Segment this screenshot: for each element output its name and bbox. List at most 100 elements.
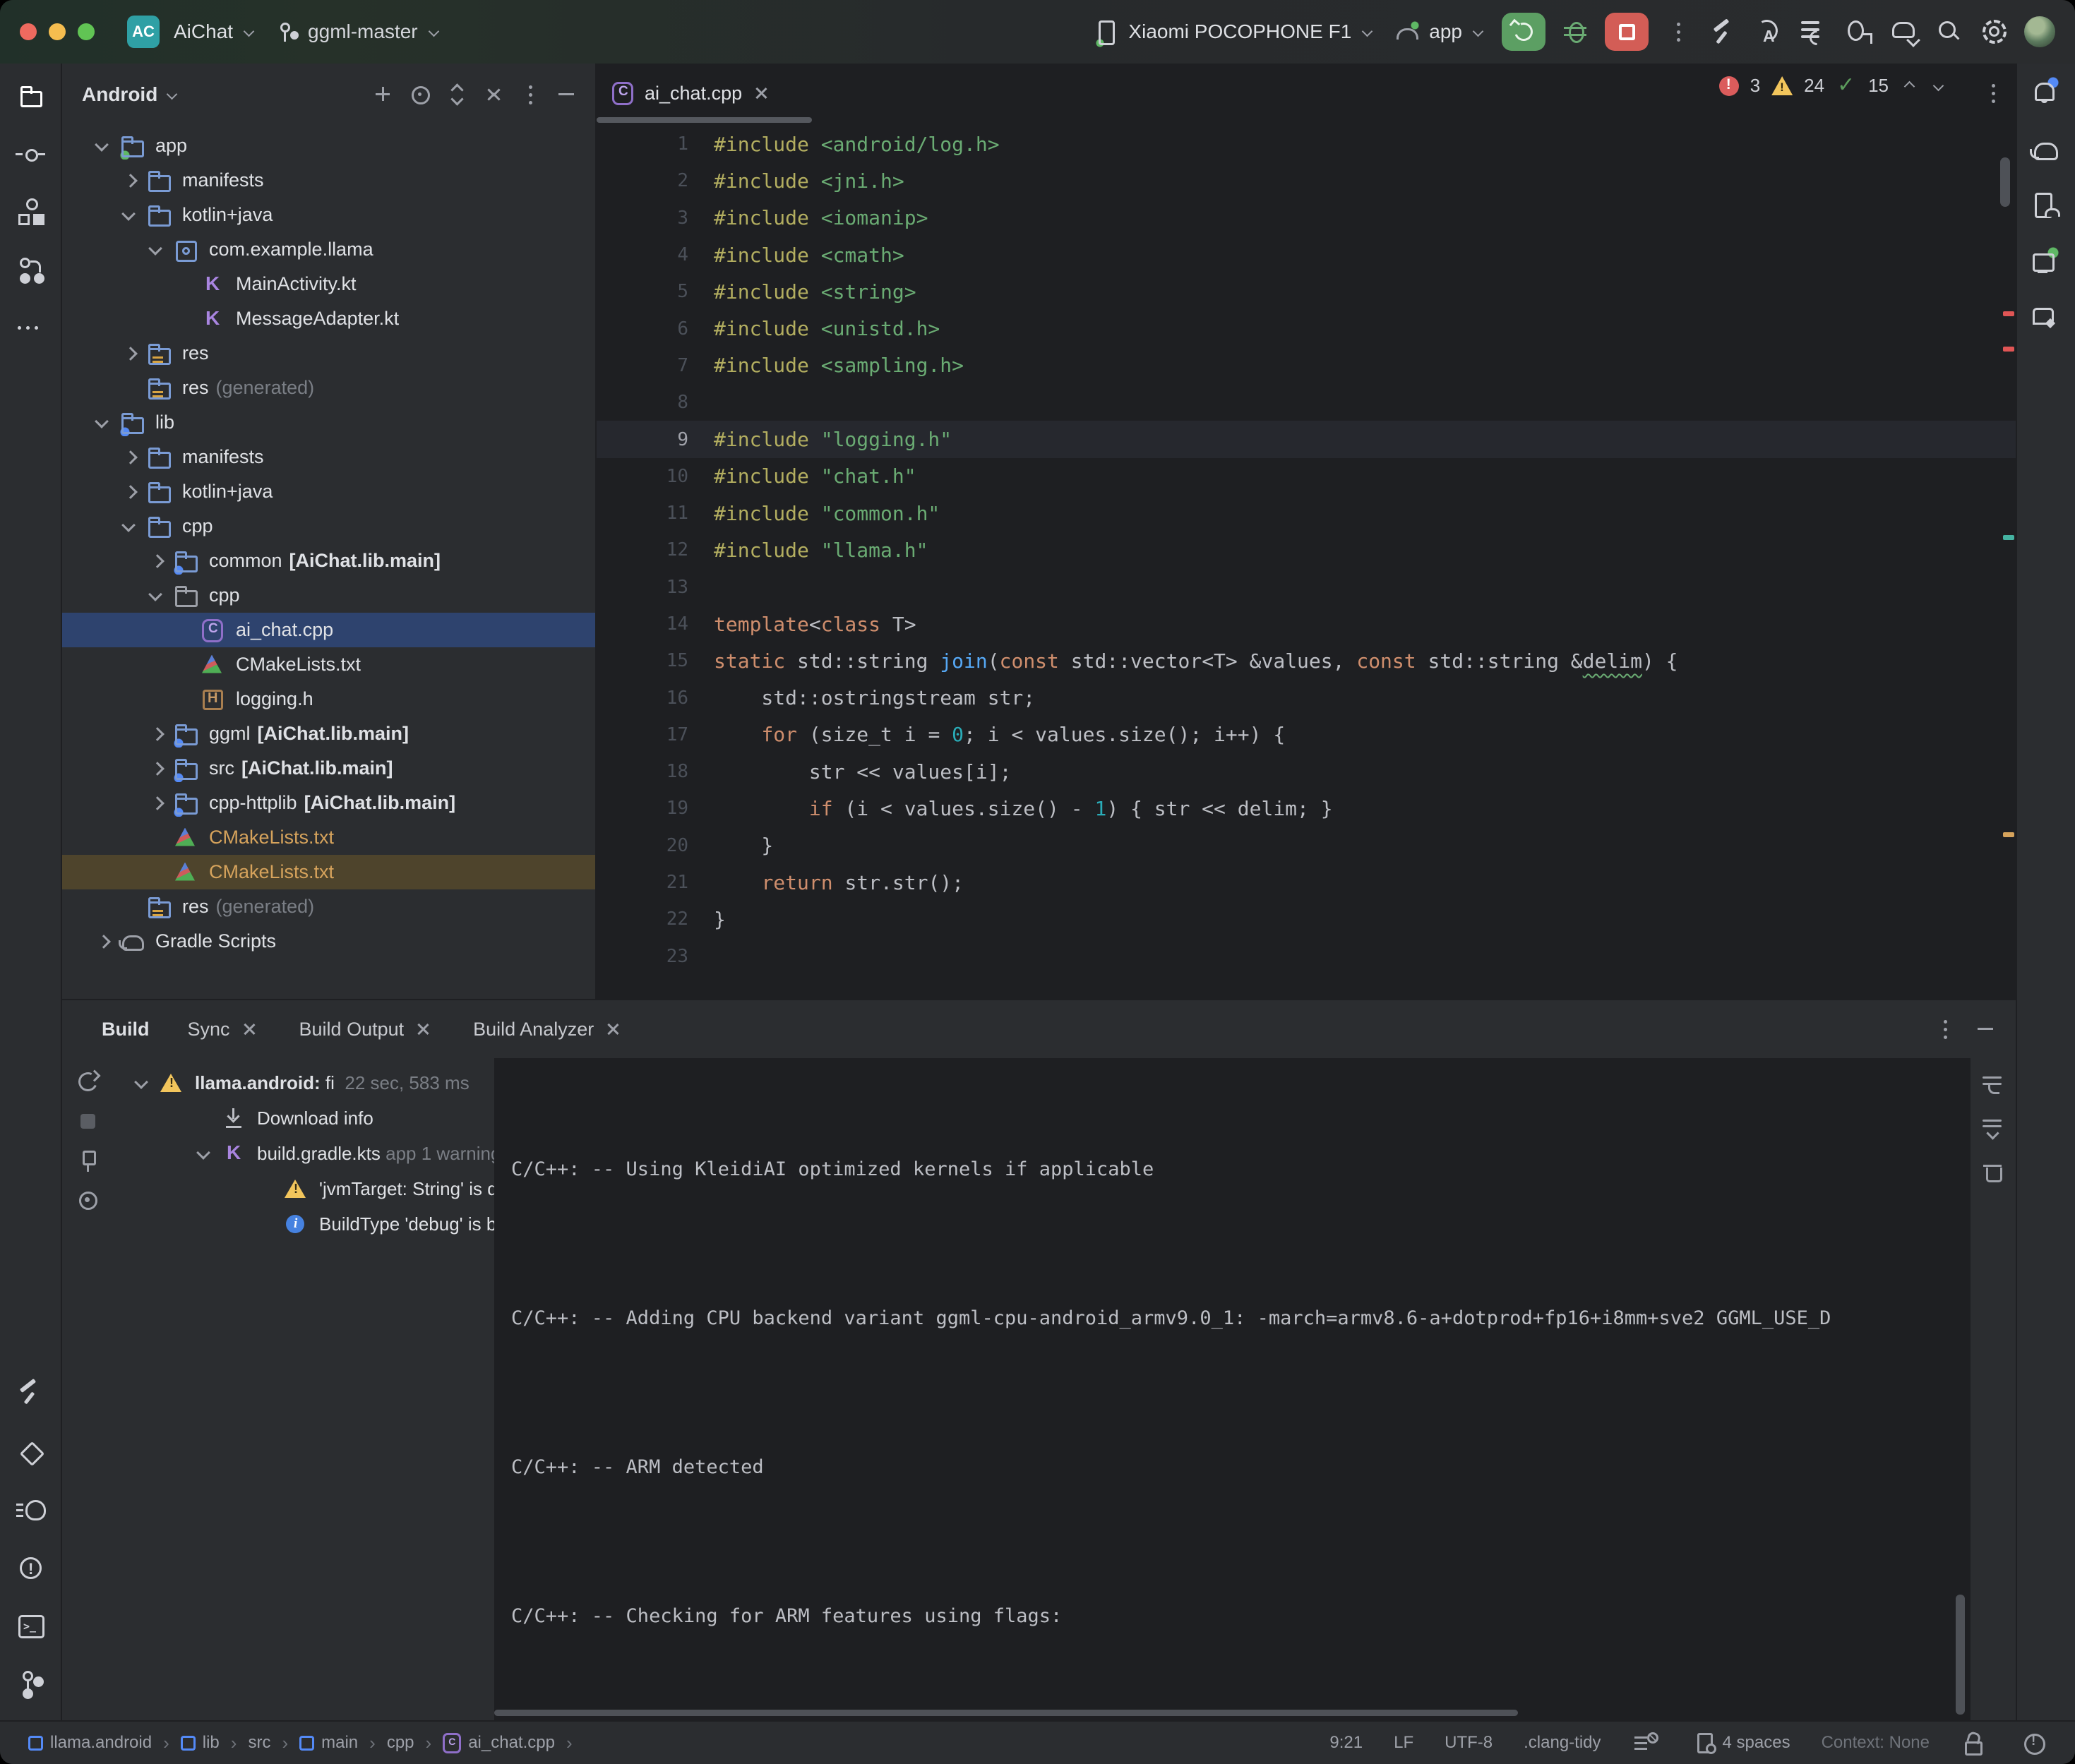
code-line[interactable]: 21 return str.str(); [597,864,2016,901]
status-bar-widget[interactable] [2021,1731,2051,1755]
quality-gem-icon[interactable] [11,1432,50,1472]
build-panel-tab[interactable]: Build Output [299,1019,433,1040]
project-tree-row[interactable]: cpp [62,578,595,613]
stop-square-icon[interactable] [73,1106,104,1137]
project-tree-row[interactable]: logging.h [62,682,595,716]
zoom-window-button[interactable] [78,23,95,40]
gemini-chat-icon[interactable] [2026,301,2066,340]
build-panel-tab[interactable]: Build Analyzer [473,1019,622,1040]
build-tree-row[interactable]: 'jvmTarget: String' is deprec [112,1171,494,1206]
tree-chevron-icon[interactable] [140,544,172,578]
add-icon[interactable] [368,79,399,110]
status-bar-widget[interactable] [1961,1731,1990,1755]
tree-chevron-icon[interactable] [188,1101,220,1136]
apply-changes-icon[interactable] [1753,16,1784,47]
hide-icon[interactable] [551,79,582,110]
collapse-all-icon[interactable] [478,79,509,110]
tree-chevron-icon[interactable] [86,924,119,959]
code-line[interactable]: 5 #include <string> [597,273,2016,310]
project-tree-row[interactable]: app [62,128,595,163]
tree-chevron-icon[interactable] [113,440,145,474]
inspections-widget[interactable]: 3 24 15 [1719,75,1948,97]
project-tree-row[interactable]: CMakeLists.txt [62,647,595,682]
build-log-horizontal-scrollbar[interactable] [494,1710,1518,1716]
breadcrumb[interactable]: src [248,1732,299,1754]
commit-icon[interactable] [11,134,50,174]
tree-chevron-icon[interactable] [113,889,145,924]
project-tree-row[interactable]: res [62,336,595,371]
tree-chevron-icon[interactable] [250,1207,282,1242]
project-tree-row[interactable]: cpp [62,509,595,544]
build-output-console[interactable]: C/C++: -- Using KleidiAI optimized kerne… [494,1058,1969,1720]
build-run-icon[interactable] [1708,16,1739,47]
project-tree-row[interactable]: CMakeLists.txt [62,855,595,889]
soft-wrap-icon[interactable] [1978,1069,2009,1100]
code-line[interactable]: 17 for (size_t i = 0; i < values.size();… [597,716,2016,753]
tree-chevron-icon[interactable] [113,336,145,371]
tree-chevron-icon[interactable] [167,301,199,336]
tree-chevron-icon[interactable] [140,716,172,751]
project-tree-row[interactable]: Gradle Scripts [62,924,595,959]
project-folder-icon[interactable] [11,76,50,116]
code-line[interactable]: 4 #include <cmath> [597,236,2016,273]
pin-icon[interactable] [73,1146,104,1177]
more-run-options-button[interactable] [1663,16,1694,47]
status-bar-widget[interactable] [1632,1731,1662,1755]
project-tree-row[interactable]: manifests [62,440,595,474]
project-tree-row[interactable]: MainActivity.kt [62,267,595,301]
gradle-elephant-icon[interactable] [2026,131,2066,171]
tree-chevron-icon[interactable] [140,751,172,786]
running-devices-icon[interactable] [2026,244,2066,284]
code-line[interactable]: 15 static std::string join(const std::ve… [597,642,2016,679]
gradle-sync-icon[interactable] [1889,16,1920,47]
close-tab-icon[interactable] [752,84,770,102]
code-line[interactable]: 20 } [597,827,2016,864]
breadcrumb[interactable]: lib [181,1732,249,1754]
tree-chevron-icon[interactable] [167,682,199,716]
tree-chevron-icon[interactable] [188,1136,220,1171]
breadcrumb[interactable]: cpp [387,1732,443,1754]
tree-chevron-icon[interactable] [126,1066,158,1100]
run-configuration-selector[interactable]: app [1391,16,1488,47]
project-tree-row[interactable]: src [AiChat.lib.main] [62,751,595,786]
next-issue-icon[interactable] [1930,77,1948,95]
tree-chevron-icon[interactable] [250,1172,282,1206]
code-line[interactable]: 18 str << values[i]; [597,753,2016,790]
tree-chevron-icon[interactable] [86,128,119,163]
code-line[interactable]: 8 [597,384,2016,421]
tree-chevron-icon[interactable] [140,855,172,889]
logcat-icon[interactable] [11,1490,50,1530]
apply-code-icon[interactable] [1798,16,1829,47]
user-avatar[interactable] [2024,16,2055,47]
build-panel-tab[interactable]: Sync [188,1019,258,1040]
scroll-end-icon[interactable] [1978,1113,2009,1144]
tree-chevron-icon[interactable] [140,820,172,855]
project-tree-row[interactable]: cpp-httplib [AiChat.lib.main] [62,786,595,820]
editor-horizontal-scrollbar[interactable] [597,117,812,123]
project-switcher[interactable]: AiChat [174,20,258,43]
project-tree-row[interactable]: manifests [62,163,595,198]
code-line[interactable]: 12 #include "llama.h" [597,532,2016,568]
vcs-icon[interactable] [11,250,50,289]
status-bar-widget[interactable]: UTF-8 [1445,1733,1493,1753]
clear-all-icon[interactable] [1978,1157,2009,1188]
project-tree-row[interactable]: com.example.llama [62,232,595,267]
tree-chevron-icon[interactable] [140,578,172,613]
editor-tab[interactable]: ai_chat.cpp [609,80,770,107]
breadcrumb[interactable]: llama.android [28,1732,181,1754]
code-line[interactable]: 11 #include "common.h" [597,495,2016,532]
terminal-icon[interactable] [11,1606,50,1645]
status-bar-widget[interactable]: 4 spaces [1693,1731,1790,1755]
close-tab-icon[interactable] [240,1020,258,1038]
project-tree-row[interactable]: res (generated) [62,889,595,924]
close-tab-icon[interactable] [604,1020,622,1038]
problems-icon[interactable] [11,1548,50,1588]
git-branch-icon[interactable] [11,1664,50,1703]
tree-chevron-icon[interactable] [167,267,199,301]
code-line[interactable]: 16 std::ostringstream str; [597,679,2016,716]
code-editor[interactable]: 1 #include <android/log.h> 2 #include <j… [597,126,2016,999]
error-stripe-mark[interactable] [2003,311,2014,316]
tree-chevron-icon[interactable] [113,371,145,405]
notifications-bell-icon[interactable] [2026,75,2066,114]
code-line[interactable]: 1 #include <android/log.h> [597,126,2016,162]
